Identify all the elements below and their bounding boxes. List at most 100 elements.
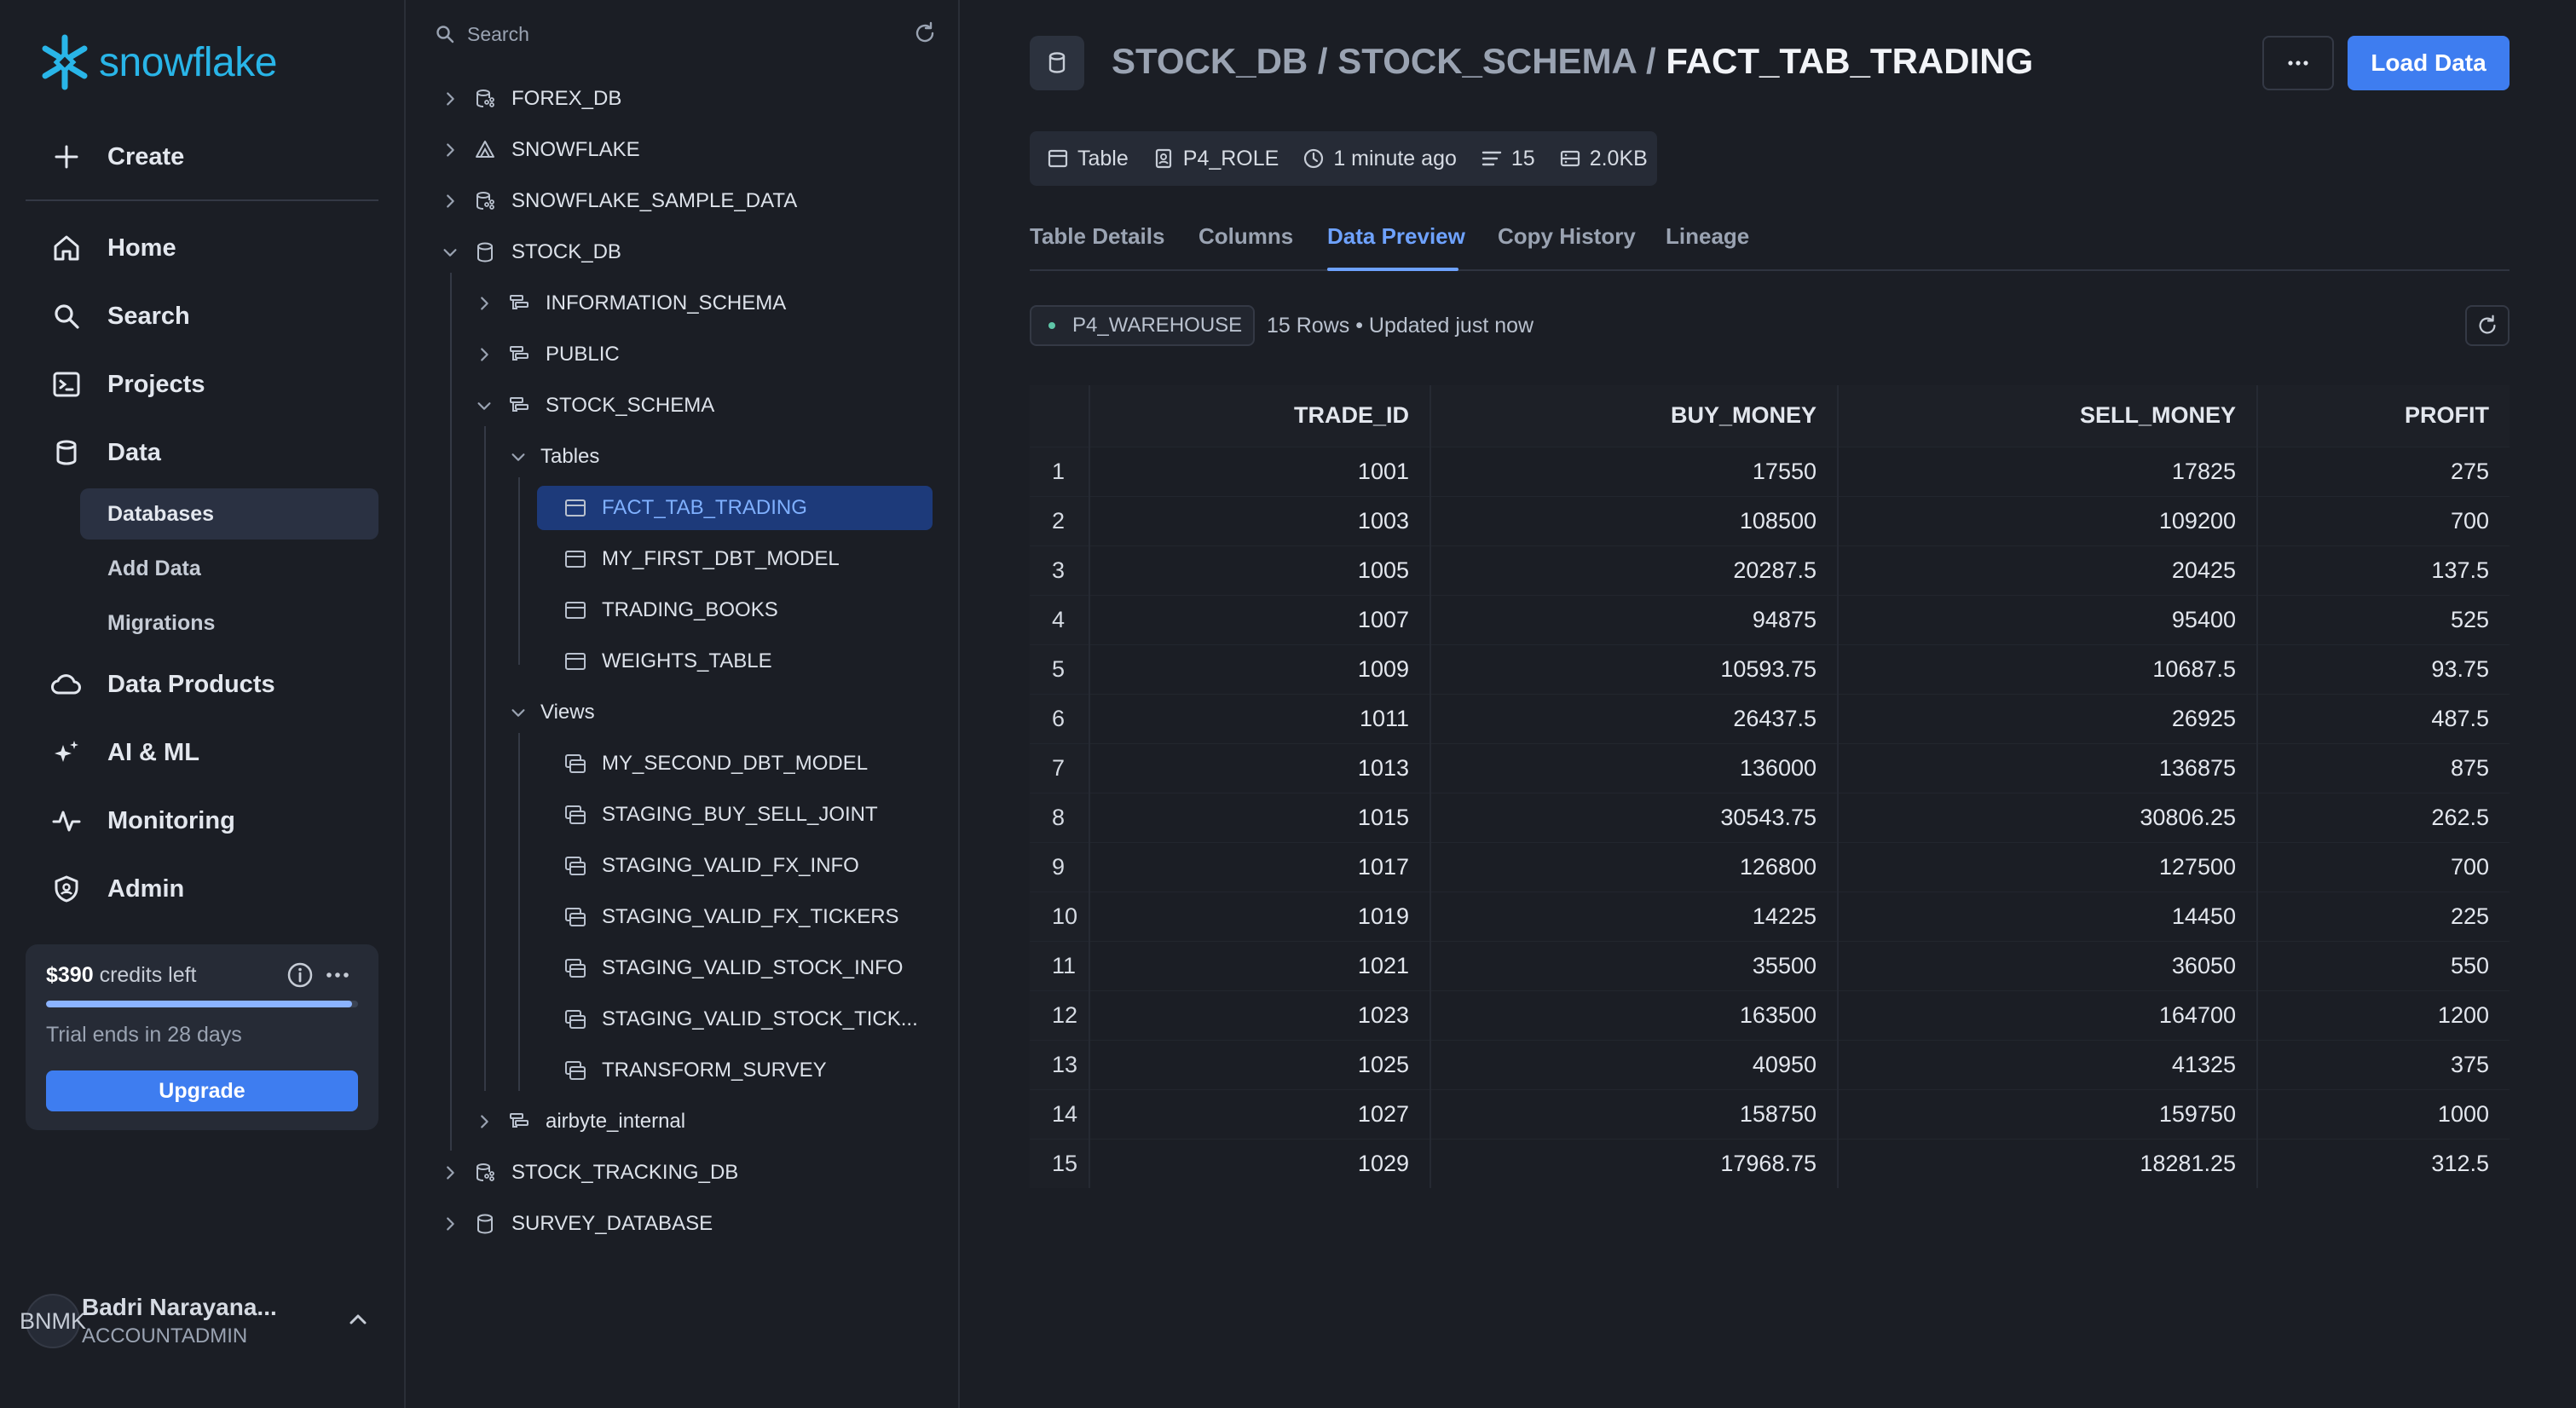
tree-item-weights-table[interactable]: WEIGHTS_TABLE bbox=[537, 639, 933, 684]
tree-search-input[interactable] bbox=[467, 22, 876, 46]
load-data-button[interactable]: Load Data bbox=[2348, 36, 2510, 90]
table-row[interactable]: 3 1005 20287.5 20425 137.5 bbox=[1030, 545, 2510, 595]
table-cell[interactable]: 17550 bbox=[1430, 446, 1839, 496]
row-index-cell[interactable]: 4 bbox=[1030, 594, 1090, 644]
table-row[interactable]: 15 1029 17968.75 18281.25 312.5 bbox=[1030, 1138, 2510, 1188]
table-cell[interactable]: 1009 bbox=[1089, 643, 1431, 694]
tab-table-details[interactable]: Table Details bbox=[1030, 223, 1164, 250]
table-row[interactable]: 12 1023 163500 164700 1200 bbox=[1030, 990, 2510, 1040]
nav-item-search[interactable]: Search bbox=[51, 291, 375, 342]
chevron-down-icon[interactable] bbox=[508, 447, 528, 467]
tree-item-views[interactable]: Views bbox=[508, 690, 595, 735]
table-cell[interactable]: 275 bbox=[2257, 446, 2510, 496]
column-header[interactable]: TRADE_ID bbox=[1089, 385, 1431, 447]
chevron-right-icon[interactable] bbox=[440, 1214, 460, 1234]
table-cell[interactable]: 108500 bbox=[1430, 495, 1839, 545]
chevron-right-icon[interactable] bbox=[440, 89, 460, 109]
tab-columns[interactable]: Columns bbox=[1198, 223, 1293, 250]
table-row[interactable]: 10 1019 14225 14450 225 bbox=[1030, 891, 2510, 941]
table-cell[interactable]: 136875 bbox=[1838, 742, 2258, 793]
tree-item-tables[interactable]: Tables bbox=[508, 435, 599, 479]
tree-item-trading-books[interactable]: TRADING_BOOKS bbox=[537, 588, 933, 632]
user-menu[interactable]: BNMK Badri Narayana... ACCOUNTADMIN bbox=[20, 1287, 378, 1355]
nav-item-projects[interactable]: Projects bbox=[51, 359, 375, 410]
nav-item-data-products[interactable]: Data Products bbox=[51, 659, 375, 710]
snowflake-logo[interactable]: snowflake bbox=[38, 32, 277, 92]
tree-item-airbyte-internal[interactable]: airbyte_internal bbox=[474, 1099, 685, 1144]
table-row[interactable]: 1 1001 17550 17825 275 bbox=[1030, 446, 2510, 496]
table-cell[interactable]: 1200 bbox=[2257, 990, 2510, 1040]
table-cell[interactable]: 109200 bbox=[1838, 495, 2258, 545]
table-cell[interactable]: 1011 bbox=[1089, 693, 1431, 743]
table-cell[interactable]: 30806.25 bbox=[1838, 792, 2258, 842]
tree-item-survey-database[interactable]: SURVEY_DATABASE bbox=[440, 1202, 713, 1246]
nav-sub-databases[interactable]: Databases bbox=[80, 488, 378, 540]
chevron-right-icon[interactable] bbox=[474, 293, 494, 314]
nav-item-admin[interactable]: Admin bbox=[51, 863, 375, 915]
chevron-right-icon[interactable] bbox=[474, 344, 494, 365]
tree-item-staging-buy-sell-joint[interactable]: STAGING_BUY_SELL_JOINT bbox=[537, 793, 933, 837]
table-cell[interactable]: 36050 bbox=[1838, 940, 2258, 990]
row-index-cell[interactable]: 7 bbox=[1030, 742, 1090, 793]
table-cell[interactable]: 550 bbox=[2257, 940, 2510, 990]
table-row[interactable]: 13 1025 40950 41325 375 bbox=[1030, 1039, 2510, 1089]
table-cell[interactable]: 1005 bbox=[1089, 545, 1431, 595]
table-row[interactable]: 7 1013 136000 136875 875 bbox=[1030, 742, 2510, 793]
table-cell[interactable]: 10593.75 bbox=[1430, 643, 1839, 694]
table-cell[interactable]: 1003 bbox=[1089, 495, 1431, 545]
table-cell[interactable]: 20287.5 bbox=[1430, 545, 1839, 595]
table-cell[interactable]: 137.5 bbox=[2257, 545, 2510, 595]
tree-item-transform-survey[interactable]: TRANSFORM_SURVEY bbox=[537, 1048, 933, 1093]
table-cell[interactable]: 700 bbox=[2257, 841, 2510, 892]
row-index-cell[interactable]: 12 bbox=[1030, 990, 1090, 1040]
row-index-cell[interactable]: 2 bbox=[1030, 495, 1090, 545]
table-cell[interactable]: 14225 bbox=[1430, 891, 1839, 941]
tab-data-preview[interactable]: Data Preview bbox=[1327, 223, 1465, 250]
row-index-cell[interactable]: 10 bbox=[1030, 891, 1090, 941]
table-cell[interactable]: 163500 bbox=[1430, 990, 1839, 1040]
nav-sub-migrations[interactable]: Migrations bbox=[80, 597, 378, 649]
table-cell[interactable]: 127500 bbox=[1838, 841, 2258, 892]
row-index-cell[interactable]: 11 bbox=[1030, 940, 1090, 990]
table-cell[interactable]: 1013 bbox=[1089, 742, 1431, 793]
tab-copy-history[interactable]: Copy History bbox=[1498, 223, 1636, 250]
tree-item-my-first-dbt-model[interactable]: MY_FIRST_DBT_MODEL bbox=[537, 537, 933, 581]
table-cell[interactable]: 1021 bbox=[1089, 940, 1431, 990]
chevron-up-icon[interactable] bbox=[346, 1307, 370, 1331]
tree-item-stock-db[interactable]: STOCK_DB bbox=[440, 230, 621, 274]
table-row[interactable]: 5 1009 10593.75 10687.5 93.75 bbox=[1030, 643, 2510, 694]
table-cell[interactable]: 1001 bbox=[1089, 446, 1431, 496]
refresh-icon[interactable] bbox=[912, 20, 938, 46]
tree-item-staging-valid-stock-info[interactable]: STAGING_VALID_STOCK_INFO bbox=[537, 946, 933, 990]
chevron-right-icon[interactable] bbox=[440, 1163, 460, 1183]
table-cell[interactable]: 26437.5 bbox=[1430, 693, 1839, 743]
row-index-cell[interactable]: 13 bbox=[1030, 1039, 1090, 1089]
table-cell[interactable]: 1029 bbox=[1089, 1138, 1431, 1188]
info-icon[interactable] bbox=[286, 961, 314, 989]
row-index-cell[interactable]: 3 bbox=[1030, 545, 1090, 595]
table-cell[interactable]: 159750 bbox=[1838, 1088, 2258, 1139]
column-header[interactable]: PROFIT bbox=[2257, 385, 2510, 447]
warehouse-chip[interactable]: P4_WAREHOUSE bbox=[1030, 305, 1255, 346]
nav-item-monitoring[interactable]: Monitoring bbox=[51, 795, 375, 846]
table-cell[interactable]: 17825 bbox=[1838, 446, 2258, 496]
table-cell[interactable]: 35500 bbox=[1430, 940, 1839, 990]
table-cell[interactable]: 95400 bbox=[1838, 594, 2258, 644]
chevron-down-icon[interactable] bbox=[440, 242, 460, 263]
table-cell[interactable]: 1023 bbox=[1089, 990, 1431, 1040]
table-cell[interactable]: 1000 bbox=[2257, 1088, 2510, 1139]
table-cell[interactable]: 1019 bbox=[1089, 891, 1431, 941]
table-cell[interactable]: 1027 bbox=[1089, 1088, 1431, 1139]
tree-item-snowflake[interactable]: SNOWFLAKE bbox=[440, 128, 640, 172]
row-index-cell[interactable]: 1 bbox=[1030, 446, 1090, 496]
table-cell[interactable]: 1015 bbox=[1089, 792, 1431, 842]
table-cell[interactable]: 312.5 bbox=[2257, 1138, 2510, 1188]
table-cell[interactable]: 487.5 bbox=[2257, 693, 2510, 743]
table-cell[interactable]: 94875 bbox=[1430, 594, 1839, 644]
upgrade-button[interactable]: Upgrade bbox=[46, 1070, 358, 1111]
table-cell[interactable]: 1025 bbox=[1089, 1039, 1431, 1089]
row-index-cell[interactable]: 8 bbox=[1030, 792, 1090, 842]
tree-item-staging-valid-fx-tickers[interactable]: STAGING_VALID_FX_TICKERS bbox=[537, 895, 933, 939]
chevron-down-icon[interactable] bbox=[508, 702, 528, 723]
table-cell[interactable]: 1017 bbox=[1089, 841, 1431, 892]
